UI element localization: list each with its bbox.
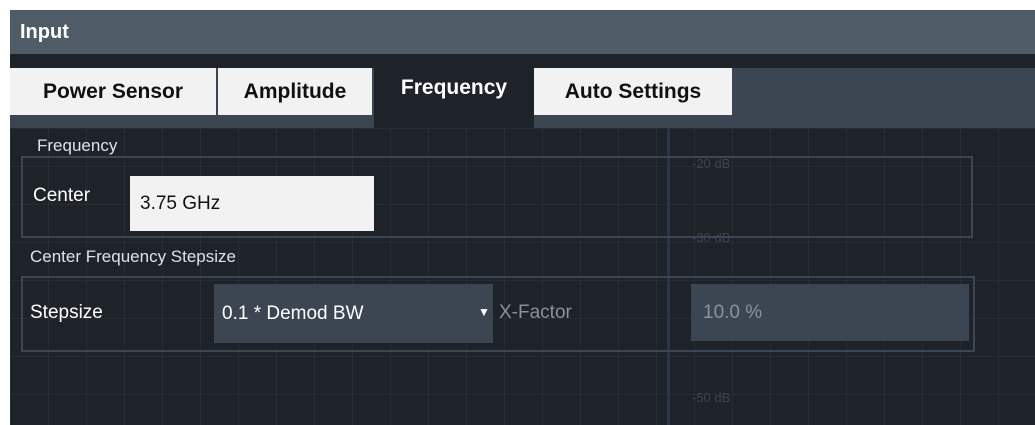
dialog-title: Input (10, 10, 1035, 54)
tab-amplitude[interactable]: Amplitude (218, 68, 374, 115)
stepsize-label: Stepsize (30, 302, 103, 323)
tab-frequency[interactable]: Frequency (374, 66, 534, 128)
input-dialog: Input Power Sensor Amplitude Frequency A… (10, 10, 1035, 425)
center-frequency-input[interactable]: 3.75 GHz (130, 176, 374, 231)
chevron-down-icon: ▼ (478, 305, 490, 319)
xfactor-label: X-Factor (499, 302, 572, 323)
frequency-section-title: Frequency (37, 136, 118, 155)
stepsize-section-title: Center Frequency Stepsize (30, 247, 236, 266)
center-label: Center (33, 185, 91, 206)
background-grid-label: -50 dB (692, 390, 731, 405)
stepsize-dropdown-value: 0.1 * Demod BW (222, 303, 364, 324)
tab-power-sensor[interactable]: Power Sensor (10, 68, 218, 115)
xfactor-input[interactable]: 10.0 % (691, 284, 969, 341)
frequency-tab-panel: -20 dB -30 dB -50 dB Frequency Center 3.… (10, 128, 1035, 425)
tab-bar: Power Sensor Amplitude Frequency Auto Se… (10, 54, 1035, 128)
tab-auto-settings[interactable]: Auto Settings (534, 68, 734, 115)
stepsize-dropdown[interactable]: 0.1 * Demod BW ▼ (214, 284, 493, 343)
